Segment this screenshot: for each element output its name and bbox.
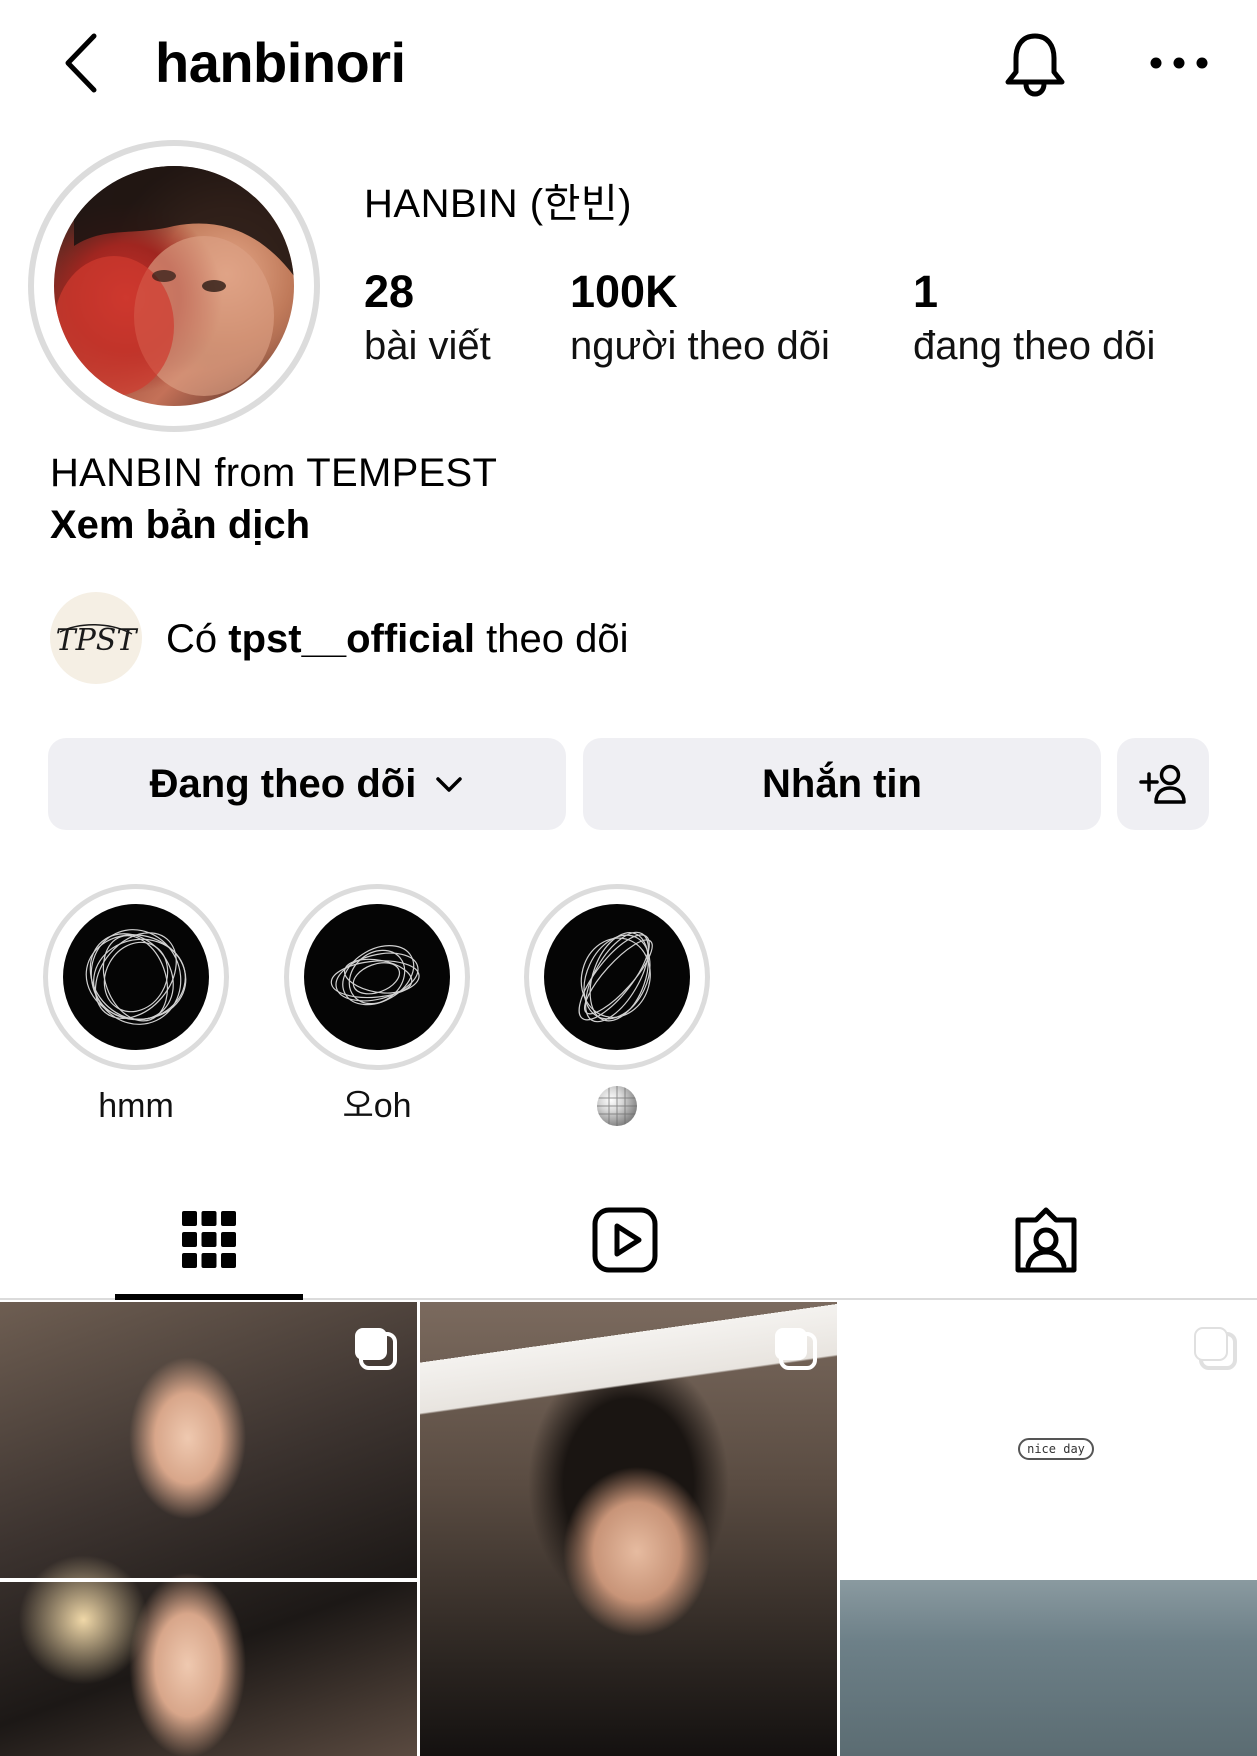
scribble-icon [304,904,450,1050]
add-user-icon [1139,764,1186,804]
tpst-logo-icon: TPST [56,623,139,658]
tab-reels[interactable] [530,1180,720,1300]
back-button[interactable] [58,30,108,96]
message-button[interactable]: Nhắn tin [583,738,1101,830]
see-translation-link[interactable]: Xem bản dịch [50,500,310,550]
tab-posts-grid[interactable] [115,1180,303,1300]
stat-posts[interactable]: 28 bài viết [364,264,491,372]
profile-bio: HANBIN from TEMPEST [50,451,498,495]
bell-icon [1005,33,1065,97]
carousel-icon [355,1328,397,1370]
stat-following[interactable]: 1 đang theo dõi [913,264,1155,372]
profile-display-name: HANBIN (한빈) [364,182,632,226]
followed-by-text[interactable]: Có tpst__official theo dõi [166,614,628,664]
followed-by-account[interactable]: tpst__official [228,617,475,661]
message-button-label: Nhắn tin [762,761,922,806]
stat-followers[interactable]: 100K người theo dõi [570,264,830,372]
following-button[interactable]: Đang theo dõi [48,738,566,830]
post-caption-sticker: nice day [1018,1438,1094,1460]
stat-following-label: đang theo dõi [913,324,1156,368]
highlight-ooh[interactable]: 오oh [282,884,472,1130]
profile-tab-bar [0,1180,1257,1300]
scribble-icon [544,904,690,1050]
highlight-disco[interactable] [522,884,712,1130]
highlight-ring [524,884,710,1070]
carousel-icon [775,1328,817,1370]
notifications-button[interactable] [1000,28,1070,100]
post-thumbnail[interactable] [420,1302,837,1756]
stat-followers-count: 100K [570,266,678,317]
chevron-left-icon [65,33,97,93]
highlight-hmm[interactable]: hmm [41,884,231,1130]
following-button-label: Đang theo dõi [149,761,417,806]
more-options-button[interactable] [1148,48,1210,78]
chevron-down-icon [436,777,463,792]
carousel-icon [1194,1327,1237,1370]
mutual-follower-avatar[interactable]: TPST [50,592,142,684]
stat-posts-label: bài viết [364,324,491,368]
profile-avatar [54,166,294,406]
top-bar: hanbinori [0,0,1257,130]
post-thumbnail[interactable] [0,1302,417,1756]
highlight-label: hmm [98,1087,174,1125]
stat-posts-count: 28 [364,266,415,317]
profile-username: hanbinori [155,31,406,94]
stat-followers-label: người theo dõi [570,324,830,368]
disco-ball-icon [597,1086,637,1126]
tagged-icon [1015,1207,1077,1273]
highlight-label [522,1086,712,1130]
active-tab-indicator [115,1294,303,1300]
highlight-ring [284,884,470,1070]
posts-grid: nice day [0,1302,1257,1756]
profile-avatar-story-ring[interactable] [28,140,320,432]
grid-icon [182,1211,236,1268]
stat-following-count: 1 [913,266,939,317]
more-dots-icon [1150,57,1208,69]
followed-by-prefix: Có [166,617,218,661]
highlight-label: 오oh [342,1087,412,1125]
followed-by-suffix: theo dõi [486,617,629,661]
tab-tagged[interactable] [952,1180,1140,1300]
reels-icon [592,1207,658,1273]
highlight-ring [43,884,229,1070]
suggest-users-button[interactable] [1117,738,1209,830]
post-thumbnail[interactable]: nice day [840,1302,1257,1756]
scribble-icon [63,904,209,1050]
